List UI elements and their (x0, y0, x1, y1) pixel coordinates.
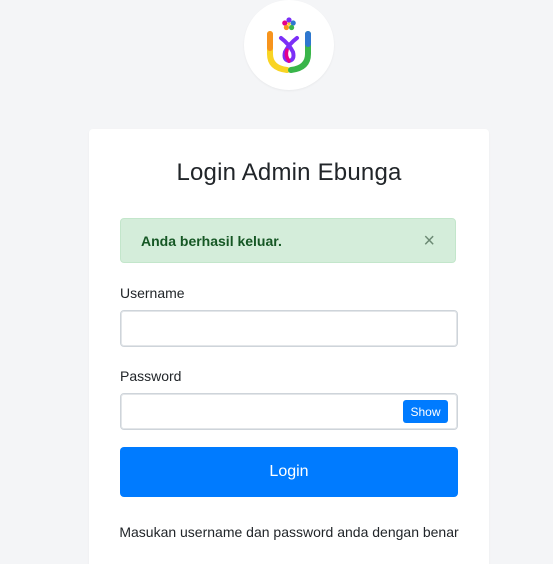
close-icon[interactable]: × (423, 229, 435, 253)
flower-bud-icon (282, 17, 296, 31)
logo (244, 0, 334, 90)
page-title: Login Admin Ebunga (176, 159, 402, 186)
helper-text: Masukan username dan password anda denga… (119, 524, 459, 540)
username-label: Username (120, 285, 185, 301)
logout-success-alert: Anda berhasil keluar. × (120, 218, 456, 263)
password-label: Password (120, 368, 182, 384)
login-page: Login Admin Ebunga Anda berhasil keluar.… (0, 0, 553, 564)
show-password-button[interactable]: Show (403, 400, 448, 423)
login-button[interactable]: Login (120, 447, 458, 497)
alert-message: Anda berhasil keluar. (141, 233, 282, 249)
ebunga-flower-logo-icon (267, 17, 311, 73)
username-input[interactable] (120, 310, 458, 347)
login-card: Login Admin Ebunga Anda berhasil keluar.… (89, 129, 489, 564)
